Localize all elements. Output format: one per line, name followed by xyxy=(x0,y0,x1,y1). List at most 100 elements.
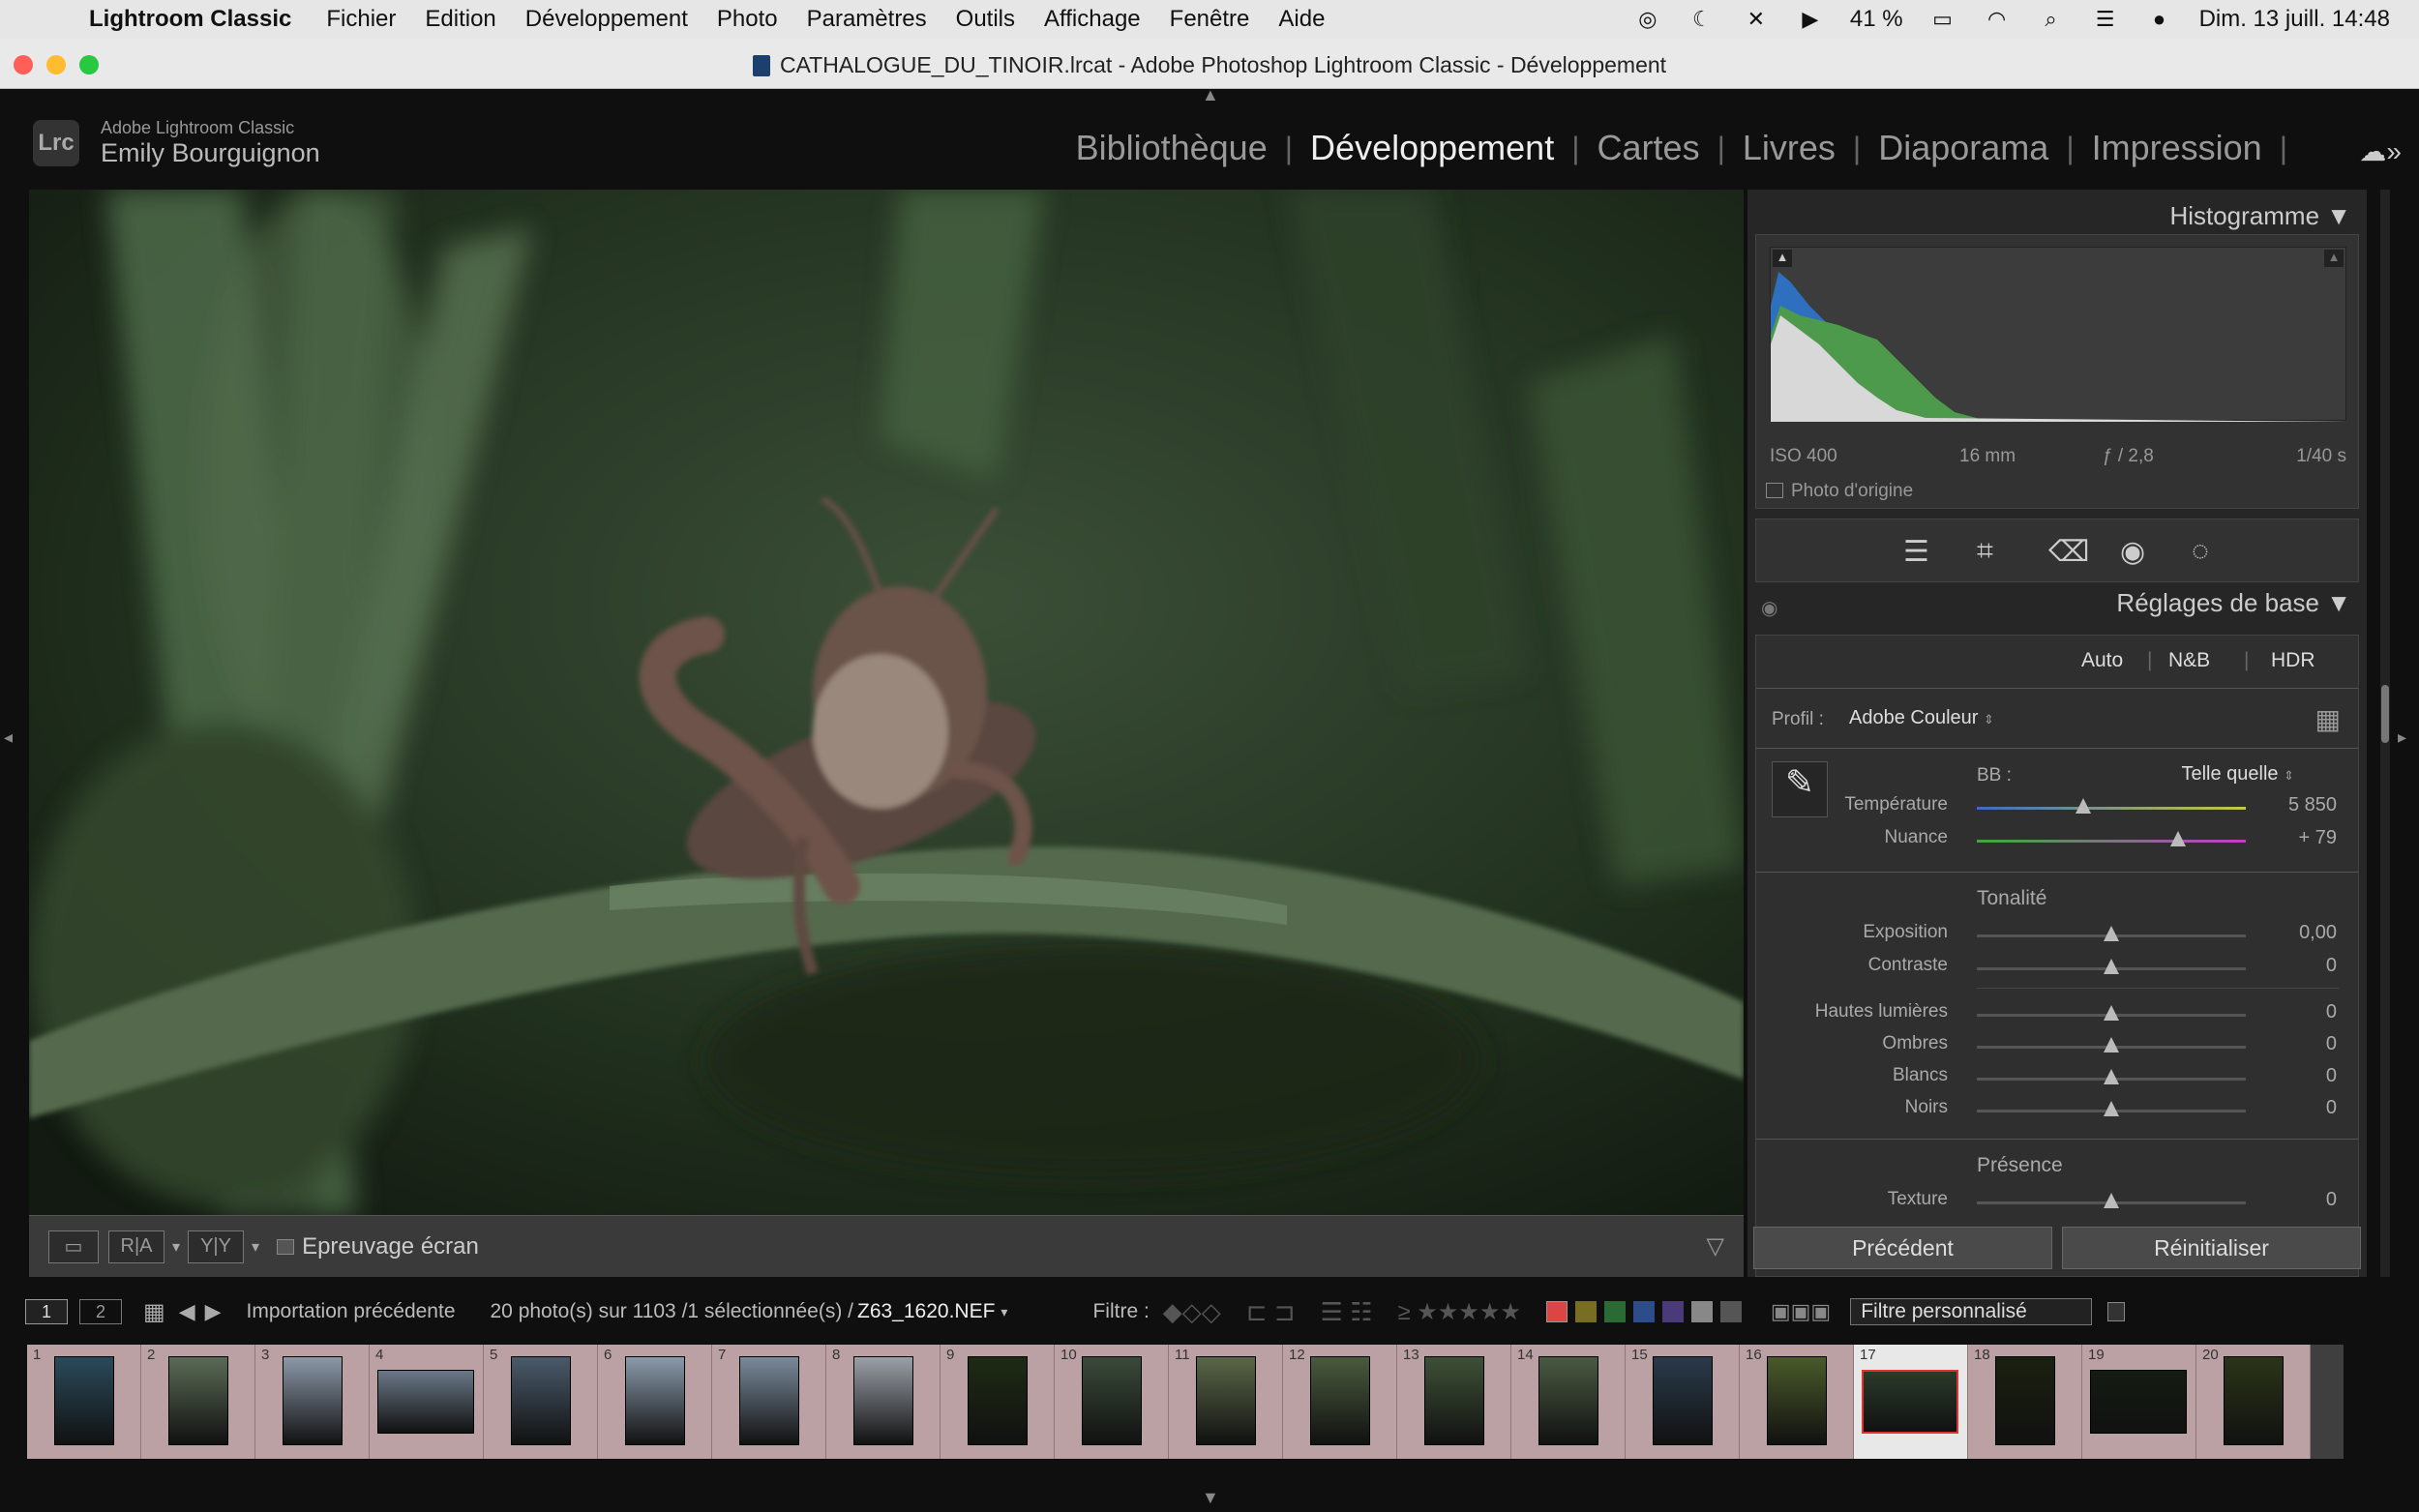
play-icon[interactable]: ▶ xyxy=(1796,7,1825,31)
temperature-slider[interactable] xyxy=(2076,798,2091,814)
blue-label-filter[interactable] xyxy=(1632,1301,1655,1322)
creative-cloud-icon[interactable]: ◎ xyxy=(1633,7,1662,31)
red-eye-icon[interactable]: ◉ xyxy=(2120,535,2145,569)
bottom-panel-toggle-icon[interactable]: ▼ xyxy=(1202,1488,1219,1508)
histogram-graph[interactable]: ▲ ▲ xyxy=(1770,247,2347,422)
top-panel-toggle-icon[interactable]: ▲ xyxy=(1202,85,1219,105)
filter-lock-icon[interactable] xyxy=(2107,1302,2126,1321)
loupe-view-button[interactable]: ▭ xyxy=(48,1230,99,1263)
filmstrip-cell[interactable]: 4 xyxy=(370,1345,484,1459)
filmstrip-cell[interactable]: 8 xyxy=(826,1345,941,1459)
chevron-down-icon[interactable]: ▾ xyxy=(172,1237,180,1257)
green-label-filter[interactable] xyxy=(1603,1301,1626,1322)
filmstrip-cell[interactable]: 9 xyxy=(941,1345,1055,1459)
texture-slider[interactable] xyxy=(2104,1193,2119,1208)
menu-developpement[interactable]: Développement xyxy=(525,6,688,33)
source-label[interactable]: Importation précédente xyxy=(247,1300,456,1323)
module-impression[interactable]: Impression xyxy=(2092,128,2262,168)
tint-value[interactable]: + 79 xyxy=(2299,827,2337,849)
photo-thumbnail[interactable] xyxy=(1653,1356,1713,1445)
menu-app[interactable]: Lightroom Classic xyxy=(89,6,291,33)
contrast-value[interactable]: 0 xyxy=(2326,955,2337,977)
photo-thumbnail[interactable] xyxy=(511,1356,571,1445)
filmstrip-cell[interactable]: 6 xyxy=(598,1345,712,1459)
blacks-slider[interactable] xyxy=(2104,1101,2119,1116)
filter-preset-dropdown[interactable]: Filtre personnalisé xyxy=(1850,1298,2093,1325)
photo-thumbnail[interactable] xyxy=(1538,1356,1598,1445)
red-label-filter[interactable] xyxy=(1545,1301,1568,1322)
original-photo-toggle[interactable]: Photo d'origine xyxy=(1766,481,1913,502)
auto-button[interactable]: Auto xyxy=(2081,649,2123,672)
photo-thumbnail[interactable] xyxy=(1196,1356,1256,1445)
second-window-button[interactable]: 2 xyxy=(79,1299,122,1324)
main-photo-view[interactable] xyxy=(29,190,1744,1215)
photo-thumbnail[interactable] xyxy=(625,1356,685,1445)
battery-icon[interactable]: ▭ xyxy=(1928,7,1957,31)
grid-icon[interactable]: ▦ xyxy=(143,1298,165,1326)
blacks-value[interactable]: 0 xyxy=(2326,1097,2337,1119)
profile-browser-icon[interactable]: ▦ xyxy=(2315,703,2341,735)
filmstrip-cell[interactable]: 16 xyxy=(1740,1345,1854,1459)
mic-off-icon[interactable]: ✕ xyxy=(1742,7,1771,31)
eye-icon[interactable]: ◉ xyxy=(1761,596,1777,620)
toolbar-options-icon[interactable]: ▽ xyxy=(1707,1232,1724,1260)
flag-filter-icons[interactable]: ◆◇◇ xyxy=(1163,1297,1221,1327)
previous-button[interactable]: Précédent xyxy=(1753,1227,2052,1269)
main-window-button[interactable]: 1 xyxy=(25,1299,68,1324)
tint-track[interactable] xyxy=(1977,840,2246,843)
control-center-icon[interactable]: ☰ xyxy=(2091,7,2120,31)
highlight-clipping-icon[interactable]: ▲ xyxy=(2324,250,2344,267)
edit-filter-icons[interactable]: ⊏ ⊐ xyxy=(1246,1297,1296,1327)
wb-dropdown[interactable]: Telle quelle ⇕ xyxy=(2181,763,2294,786)
siri-icon[interactable]: ● xyxy=(2145,7,2174,31)
module-developpement[interactable]: Développement xyxy=(1310,128,1554,168)
photo-thumbnail[interactable] xyxy=(377,1370,474,1434)
photo-thumbnail[interactable] xyxy=(2224,1356,2284,1445)
shadow-clipping-icon[interactable]: ▲ xyxy=(1773,250,1792,267)
scrollbar-thumb[interactable] xyxy=(2381,685,2389,743)
back-arrow-icon[interactable]: ◀ xyxy=(179,1299,195,1324)
filmstrip-cell[interactable]: 2 xyxy=(141,1345,255,1459)
menu-edition[interactable]: Edition xyxy=(425,6,495,33)
module-livres[interactable]: Livres xyxy=(1743,128,1836,168)
photo-thumbnail[interactable] xyxy=(968,1356,1028,1445)
eraser-icon[interactable]: ⌫ xyxy=(2048,535,2089,569)
menu-parametres[interactable]: Paramètres xyxy=(807,6,927,33)
original-photo-checkbox[interactable] xyxy=(1766,483,1783,498)
reset-button[interactable]: Réinitialiser xyxy=(2062,1227,2361,1269)
before-after-yy-button[interactable]: Y|Y xyxy=(188,1230,245,1263)
photo-thumbnail[interactable] xyxy=(1082,1356,1142,1445)
menu-affichage[interactable]: Affichage xyxy=(1044,6,1141,33)
photo-thumbnail[interactable] xyxy=(1310,1356,1370,1445)
photo-thumbnail[interactable] xyxy=(168,1356,228,1445)
filmstrip-cell[interactable]: 3 xyxy=(255,1345,370,1459)
texture-value[interactable]: 0 xyxy=(2326,1189,2337,1211)
selected-filename[interactable]: Z63_1620.NEF xyxy=(857,1300,995,1323)
photo-thumbnail[interactable] xyxy=(2090,1370,2187,1434)
profile-dropdown[interactable]: Adobe Couleur ⇕ xyxy=(1849,707,1994,729)
filmstrip-cell[interactable]: 11 xyxy=(1169,1345,1283,1459)
photo-thumbnail[interactable] xyxy=(1424,1356,1484,1445)
temperature-value[interactable]: 5 850 xyxy=(2288,794,2337,816)
masking-icon[interactable]: ◌ xyxy=(2192,535,2209,568)
highlights-value[interactable]: 0 xyxy=(2326,1001,2337,1023)
whites-value[interactable]: 0 xyxy=(2326,1065,2337,1087)
exposure-slider[interactable] xyxy=(2104,926,2119,941)
purple-label-filter[interactable] xyxy=(1661,1301,1684,1322)
filmstrip-cell[interactable]: 13 xyxy=(1397,1345,1511,1459)
filmstrip-cell[interactable]: 14 xyxy=(1511,1345,1626,1459)
photo-thumbnail[interactable] xyxy=(853,1356,913,1445)
module-cartes[interactable]: Cartes xyxy=(1598,128,1700,168)
kind-filter-icons[interactable]: ▣▣▣ xyxy=(1771,1299,1831,1324)
before-after-lr-button[interactable]: R|A xyxy=(108,1230,164,1263)
right-panel-toggle-icon[interactable]: ▸ xyxy=(2398,727,2406,748)
module-bibliotheque[interactable]: Bibliothèque xyxy=(1076,128,1268,168)
chevron-down-icon[interactable]: ▾ xyxy=(252,1237,259,1257)
module-diaporama[interactable]: Diaporama xyxy=(1878,128,2048,168)
tint-slider[interactable] xyxy=(2170,831,2186,846)
collapse-triangle-icon[interactable]: ▼ xyxy=(2326,588,2351,617)
shadows-slider[interactable] xyxy=(2104,1037,2119,1052)
chevron-down-icon[interactable]: ▾ xyxy=(1000,1304,1007,1320)
crop-icon[interactable]: ⌗ xyxy=(1977,535,1993,568)
collapse-triangle-icon[interactable]: ▼ xyxy=(2326,201,2351,230)
